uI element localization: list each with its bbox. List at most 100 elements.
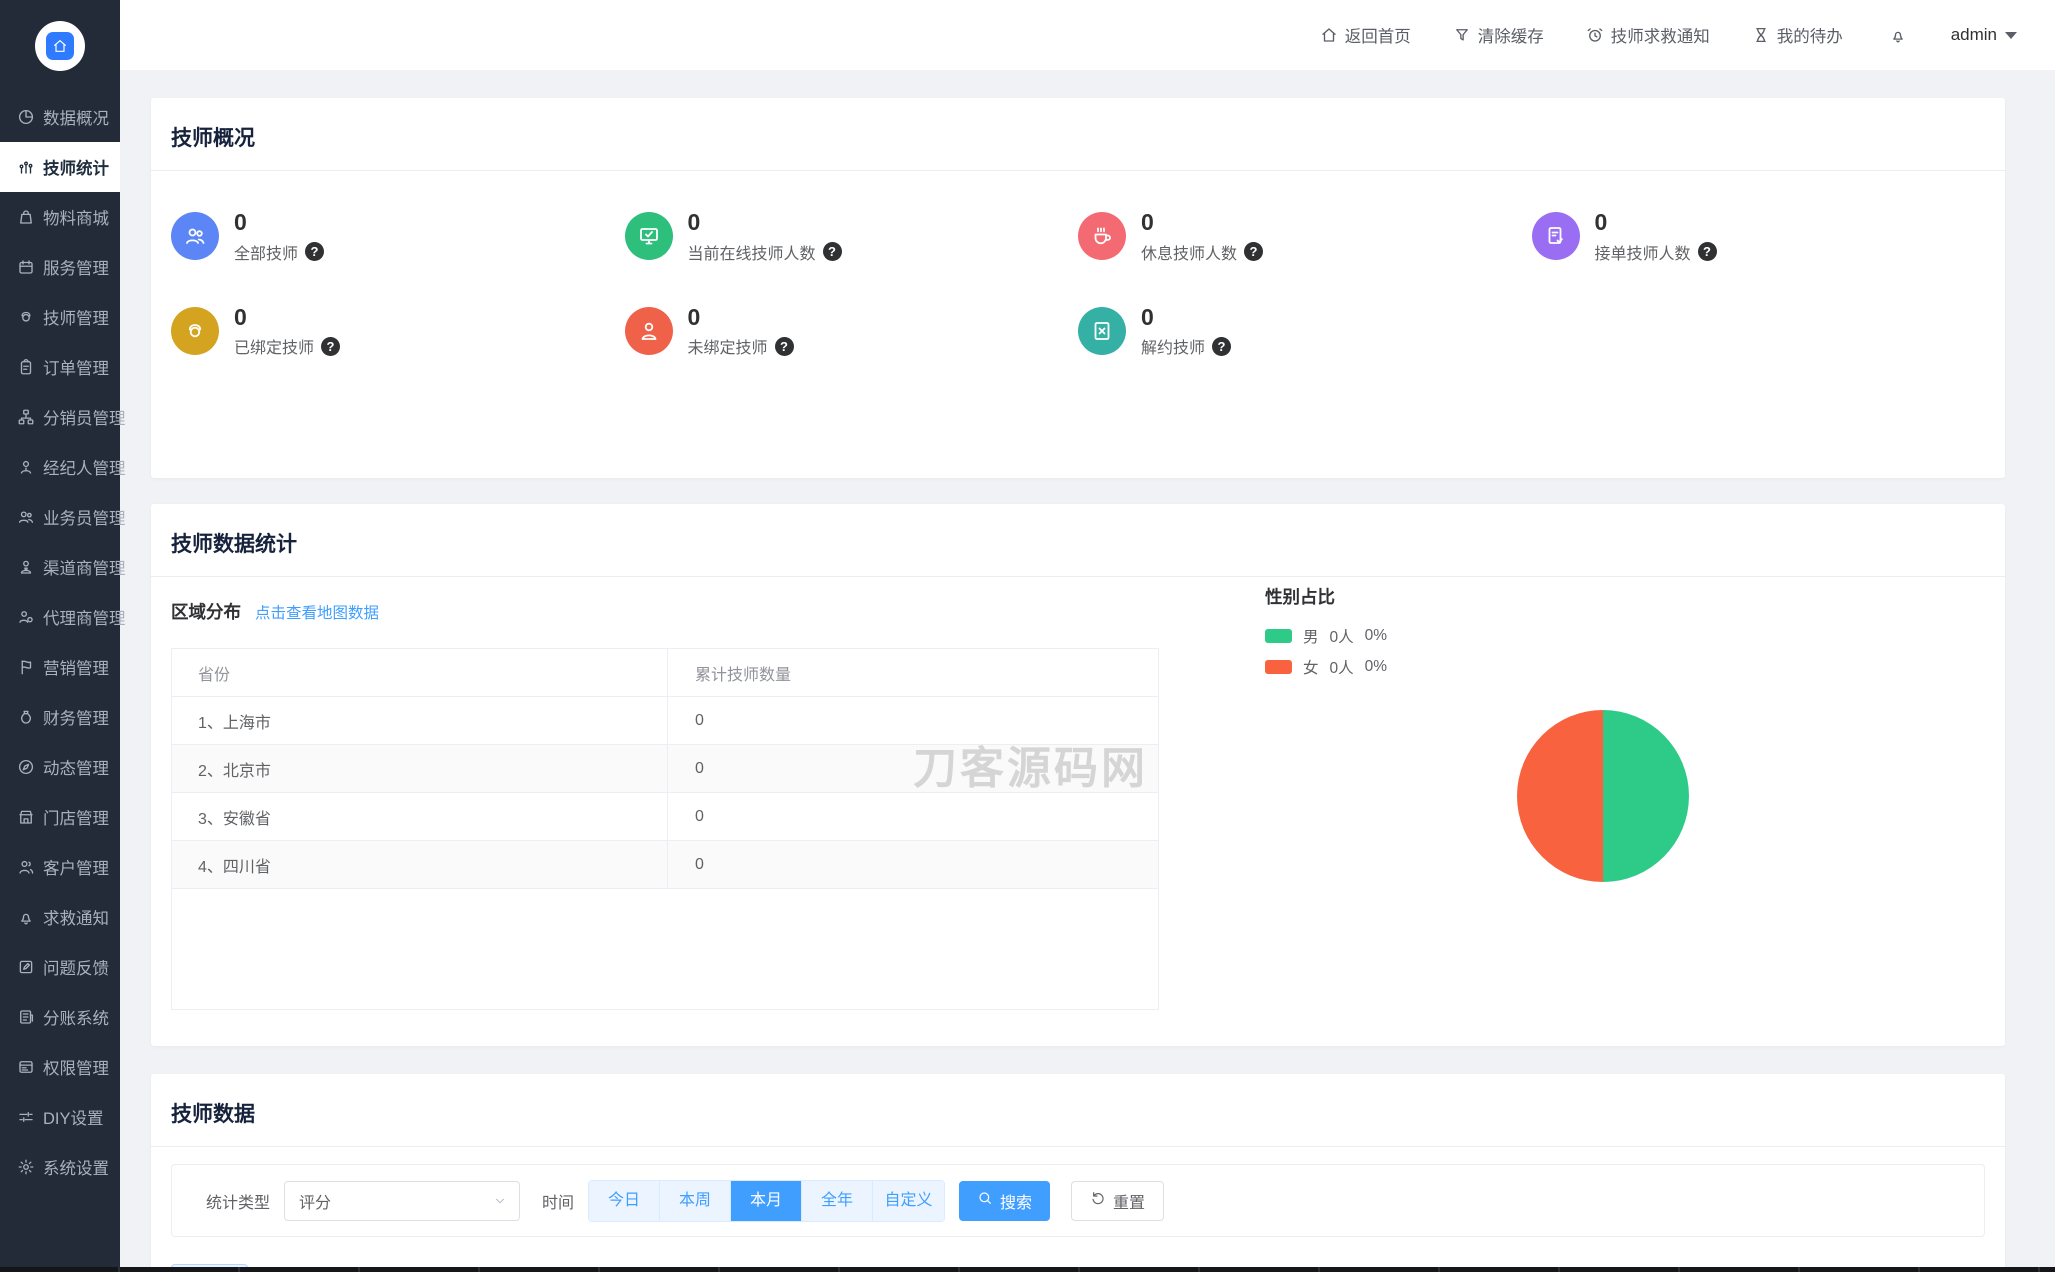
region-distribution-header: 区域分布 点击查看地图数据 [171, 599, 1985, 624]
content: 技师概况 0 全部技师? 0 当前在线技师人数? 0 休息技师人数? 0 接单技师人数? 0 已绑… [120, 70, 2055, 1272]
region-heading: 区域分布 [171, 602, 241, 622]
time-label: 时间 [542, 1194, 575, 1212]
sidebar-item-label: 问题反馈 [43, 960, 109, 978]
stat-item: 0 休息技师人数? [1078, 209, 1532, 264]
compass-icon [17, 758, 35, 776]
stat-label: 解约技师 [1141, 340, 1206, 358]
region-cell-count: 0 [667, 745, 1158, 792]
calendar-icon [17, 258, 35, 276]
region-table-row[interactable]: 1、上海市 0 [172, 697, 1158, 745]
main-area: 返回首页 清除缓存 技师求救通知 我的待办 admin 技师概况 0 全部技师? 0 当前在… [120, 0, 2055, 1272]
region-cell-count: 0 [667, 841, 1158, 888]
sidebar-item-7[interactable]: 分销员管理 [0, 392, 126, 442]
help-icon[interactable]: ? [1697, 242, 1717, 262]
region-table-row[interactable]: 2、北京市 0 [172, 745, 1158, 793]
sidebar-item-17[interactable]: 求救通知 [0, 892, 120, 942]
stat-label: 休息技师人数 [1141, 245, 1238, 263]
stat-icon-circle [1078, 306, 1126, 355]
gender-ratio-block: 性别占比 男 0人 0% 女 0人 0% [1265, 584, 1398, 678]
hourglass-icon [1752, 26, 1770, 44]
gender-pie-chart[interactable] [1517, 710, 1689, 882]
app-logo[interactable] [0, 0, 120, 92]
topbar-link-3[interactable]: 技师求救通知 [1586, 23, 1710, 47]
user-menu[interactable]: admin [1951, 25, 2017, 45]
region-table-row[interactable]: 4、四川省 0 [172, 841, 1158, 889]
region-table: 省份 累计技师数量 1、上海市 0 2、北京市 0 3、安徽省 0 4、四川省 0 [171, 648, 1159, 1010]
sidebar-item-21[interactable]: DIY设置 [0, 1092, 120, 1142]
sidebar-item-label: 渠道商管理 [43, 560, 126, 578]
sidebar-item-5[interactable]: 技师管理 [0, 292, 120, 342]
help-icon[interactable]: ? [1212, 336, 1232, 356]
salesman-icon [17, 508, 35, 526]
store-icon [17, 808, 35, 826]
gender-heading: 性别占比 [1265, 587, 1335, 607]
stat-item: 0 接单技师人数? [1531, 209, 1986, 264]
reset-button[interactable]: 重置 [1071, 1180, 1165, 1221]
help-icon[interactable]: ? [822, 242, 842, 262]
stat-icon-circle [624, 212, 673, 261]
legend-row-male[interactable]: 男 0人 0% [1265, 625, 1398, 647]
sidebar-item-14[interactable]: 动态管理 [0, 742, 120, 792]
help-icon[interactable]: ? [305, 242, 325, 262]
gear-icon [17, 1158, 35, 1176]
time-option-2[interactable]: 本周 [660, 1180, 732, 1221]
stat-icon-circle [624, 306, 673, 355]
sidebar-item-16[interactable]: 客户管理 [0, 842, 120, 892]
taskbar-edge [0, 1267, 2055, 1272]
sidebar-item-label: 分账系统 [43, 1010, 109, 1028]
sidebar-item-13[interactable]: 财务管理 [0, 692, 120, 742]
stat-label: 接单技师人数 [1594, 245, 1691, 263]
help-icon[interactable]: ? [1244, 242, 1264, 262]
stat-value: 0 [687, 303, 701, 330]
bell-icon [17, 908, 35, 926]
stat-type-select[interactable]: 评分 [284, 1180, 521, 1221]
sidebar-item-15[interactable]: 门店管理 [0, 792, 120, 842]
feedback-icon [17, 958, 35, 976]
view-map-data-link[interactable]: 点击查看地图数据 [255, 601, 379, 623]
topbar-link-2[interactable]: 清除缓存 [1453, 23, 1544, 47]
sidebar-item-3[interactable]: 物料商城 [0, 192, 120, 242]
sidebar-item-8[interactable]: 经纪人管理 [0, 442, 126, 492]
notification-bell-button[interactable] [1889, 26, 1907, 44]
help-icon[interactable]: ? [321, 336, 341, 356]
time-option-3[interactable]: 本月 [731, 1180, 803, 1221]
sidebar-item-label: 分销员管理 [43, 410, 126, 428]
sidebar-item-2[interactable]: 技师统计 [0, 142, 120, 192]
sidebar-item-18[interactable]: 问题反馈 [0, 942, 120, 992]
help-icon[interactable]: ? [774, 336, 794, 356]
time-option-5[interactable]: 自定义 [873, 1180, 945, 1221]
search-button[interactable]: 搜索 [959, 1180, 1051, 1221]
customers-icon [17, 858, 35, 876]
stat-value: 0 [1141, 209, 1154, 235]
funnel-icon [1453, 26, 1471, 44]
sidebar-item-10[interactable]: 渠道商管理 [0, 542, 126, 592]
topbar-link-4[interactable]: 我的待办 [1752, 23, 1843, 47]
stat-item: 0 未绑定技师? [624, 303, 1079, 359]
card-title-overview: 技师概况 [171, 127, 255, 150]
sidebar-item-6[interactable]: 订单管理 [0, 342, 120, 392]
region-table-row[interactable]: 3、安徽省 0 [172, 793, 1158, 841]
sidebar-item-4[interactable]: 服务管理 [0, 242, 120, 292]
sidebar-item-20[interactable]: 权限管理 [0, 1042, 120, 1092]
legend-row-female[interactable]: 女 0人 0% [1265, 656, 1398, 678]
time-option-4[interactable]: 全年 [802, 1180, 874, 1221]
stats-grid: 0 全部技师? 0 当前在线技师人数? 0 休息技师人数? 0 接单技师人数? 0 已绑定技师? 0… [171, 171, 1985, 358]
legend-count: 0人 [1329, 629, 1354, 646]
agent-icon [17, 458, 35, 476]
sidebar-item-12[interactable]: 营销管理 [0, 642, 120, 692]
technician-overview-card: 技师概况 0 全部技师? 0 当前在线技师人数? 0 休息技师人数? 0 接单技师人数? 0 已绑… [151, 98, 2005, 478]
bell-icon [1889, 26, 1907, 44]
search-icon [977, 1190, 993, 1211]
topbar-link-1[interactable]: 返回首页 [1320, 23, 1411, 47]
stat-type-label: 统计类型 [206, 1194, 271, 1212]
card-title-data: 技师数据 [171, 1103, 255, 1126]
stat-item: 0 当前在线技师人数? [624, 209, 1079, 264]
legend-count: 0人 [1329, 660, 1354, 677]
sidebar-item-11[interactable]: 代理商管理 [0, 592, 126, 642]
sidebar-item-1[interactable]: 数据概况 [0, 92, 120, 142]
time-option-1[interactable]: 今日 [589, 1180, 661, 1221]
sidebar-item-22[interactable]: 系统设置 [0, 1142, 120, 1192]
sidebar-item-19[interactable]: 分账系统 [0, 992, 120, 1042]
stat-label: 未绑定技师 [687, 340, 768, 358]
sidebar-item-9[interactable]: 业务员管理 [0, 492, 126, 542]
